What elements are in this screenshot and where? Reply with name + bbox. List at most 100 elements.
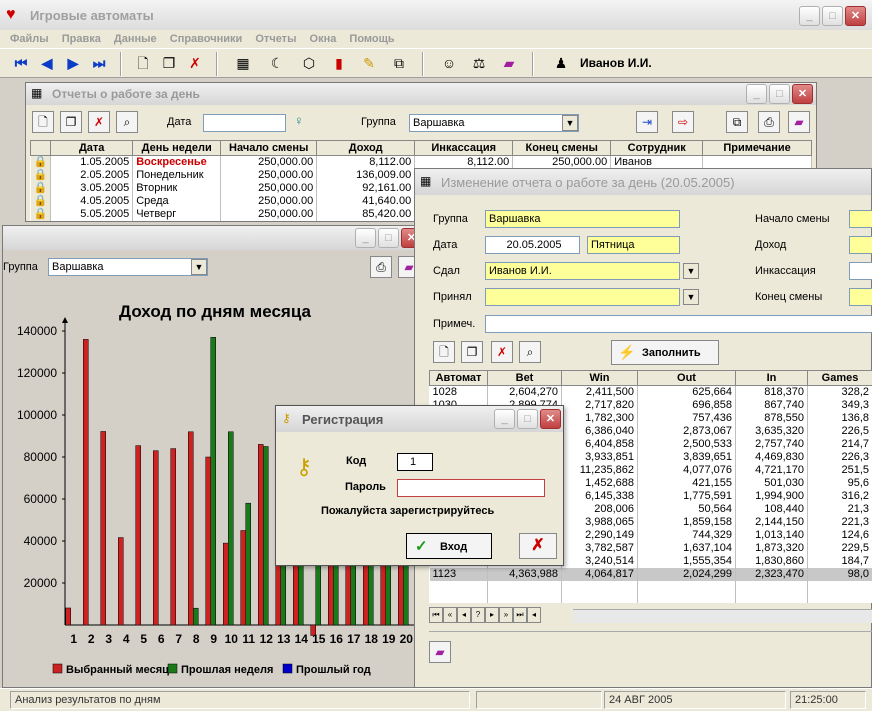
- table-row[interactable]: 1028 2,604,270 2,411,500 625,664 818,370 328,…: [429, 385, 872, 399]
- table-cell[interactable]: 250,000.00: [220, 195, 318, 208]
- printer-icon[interactable]: ⎙: [758, 111, 780, 133]
- table-cell[interactable]: 250,000.00: [220, 182, 318, 195]
- table-cell[interactable]: 1,637,104: [637, 542, 736, 555]
- table-cell[interactable]: 4,064,817: [561, 568, 638, 581]
- table-cell[interactable]: 6,404,858: [561, 438, 638, 451]
- table-cell[interactable]: 6,145,338: [561, 490, 638, 503]
- edit-chart-icon[interactable]: ✎: [358, 52, 380, 74]
- table-cell[interactable]: 501,030: [735, 477, 808, 490]
- column-header[interactable]: Начало смены: [220, 140, 318, 156]
- table-cell[interactable]: 98,0: [807, 568, 872, 581]
- column-header[interactable]: Доход: [316, 140, 416, 156]
- new-row-icon[interactable]: 🗋: [433, 341, 455, 363]
- column-header[interactable]: Out: [637, 370, 736, 386]
- group-select[interactable]: Варшавка: [409, 114, 579, 132]
- menu-help[interactable]: Помощь: [349, 30, 394, 48]
- table-cell[interactable]: 757,436: [637, 412, 736, 425]
- menu-reports[interactable]: Отчеты: [255, 30, 296, 48]
- windows-icon[interactable]: ⧉: [726, 111, 748, 133]
- column-header[interactable]: Примечание: [702, 140, 812, 156]
- printer-icon[interactable]: ⎙: [370, 256, 392, 278]
- table-cell[interactable]: 878,550: [735, 412, 808, 425]
- table-cell[interactable]: 21,3: [807, 503, 872, 516]
- close-button[interactable]: ✕: [845, 6, 866, 26]
- table-cell[interactable]: 867,740: [735, 399, 808, 412]
- column-header[interactable]: Дата: [50, 140, 134, 156]
- copy-document-icon[interactable]: ❐: [158, 52, 180, 74]
- table-cell[interactable]: 1123: [429, 568, 488, 581]
- export-icon[interactable]: ⇨: [672, 111, 694, 133]
- table-cell[interactable]: 2,500,533: [637, 438, 736, 451]
- table-cell[interactable]: 214,7: [807, 438, 872, 451]
- table-cell[interactable]: 4.05.2005: [50, 195, 134, 208]
- date-filter-input[interactable]: [203, 114, 286, 132]
- table-cell[interactable]: 3,782,587: [561, 542, 638, 555]
- table-cell[interactable]: 92,161.00: [316, 182, 416, 195]
- close-button[interactable]: ✕: [792, 84, 813, 104]
- table-cell[interactable]: 696,858: [637, 399, 736, 412]
- nav-help-button[interactable]: ?: [471, 607, 485, 623]
- table-cell[interactable]: 316,2: [807, 490, 872, 503]
- copy-report-icon[interactable]: ❐: [60, 111, 82, 133]
- table-cell[interactable]: 1,782,300: [561, 412, 638, 425]
- collection-field[interactable]: [849, 262, 872, 280]
- edit-group-field[interactable]: Варшавка: [485, 210, 680, 228]
- table-cell[interactable]: 3.05.2005: [50, 182, 134, 195]
- accepted-by-select[interactable]: [485, 288, 680, 306]
- machine-icon[interactable]: ▦: [232, 52, 254, 74]
- search-icon[interactable]: ⌕: [116, 111, 138, 133]
- table-cell[interactable]: 2,604,270: [487, 385, 562, 399]
- table-cell[interactable]: 1,830,860: [735, 555, 808, 568]
- nav-prev-button[interactable]: ◂: [457, 607, 471, 623]
- last-record-icon[interactable]: ⏭: [88, 52, 110, 74]
- table-cell[interactable]: [702, 155, 812, 169]
- column-header[interactable]: In: [735, 370, 808, 386]
- table-cell[interactable]: 226,5: [807, 425, 872, 438]
- shift-start-field[interactable]: [849, 210, 872, 228]
- nav-next-page-button[interactable]: »: [499, 607, 513, 623]
- table-cell[interactable]: 818,370: [735, 385, 808, 399]
- table-cell[interactable]: 3,240,514: [561, 555, 638, 568]
- table-row[interactable]: 🔒 1.05.2005 Воскресенье 250,000.00 8,112.00 8…: [30, 155, 812, 169]
- table-cell[interactable]: 1,859,158: [637, 516, 736, 529]
- maximize-button[interactable]: □: [822, 6, 843, 26]
- maximize-button[interactable]: □: [769, 84, 790, 104]
- table-cell[interactable]: 3,839,651: [637, 451, 736, 464]
- bar-chart-icon[interactable]: ▮: [328, 52, 350, 74]
- table-cell[interactable]: 108,440: [735, 503, 808, 516]
- table-cell[interactable]: 2,757,740: [735, 438, 808, 451]
- code-input[interactable]: 1: [397, 453, 433, 471]
- horizontal-scrollbar[interactable]: [573, 609, 872, 623]
- moon-icon[interactable]: ☾: [266, 52, 288, 74]
- import-icon[interactable]: ⇥: [636, 111, 658, 133]
- minimize-button[interactable]: _: [494, 409, 515, 429]
- delete-row-icon[interactable]: ✗: [491, 341, 513, 363]
- menu-windows[interactable]: Окна: [310, 30, 337, 48]
- calendar-pin-icon[interactable]: ♀: [294, 113, 304, 128]
- column-header[interactable]: Win: [561, 370, 638, 386]
- table-cell[interactable]: 2.05.2005: [50, 169, 134, 182]
- table-cell[interactable]: 184,7: [807, 555, 872, 568]
- note-field[interactable]: [485, 315, 872, 333]
- table-cell[interactable]: 8,112.00: [414, 155, 514, 169]
- login-ok-button[interactable]: ✓ Вход: [406, 533, 492, 559]
- maximize-button[interactable]: □: [517, 409, 538, 429]
- nav-first-button[interactable]: ⏮: [429, 607, 443, 623]
- cube-icon[interactable]: ⬡: [298, 52, 320, 74]
- table-cell[interactable]: 250,000.00: [512, 155, 612, 169]
- table-cell[interactable]: 2,144,150: [735, 516, 808, 529]
- table-cell[interactable]: Среда: [132, 195, 222, 208]
- close-button[interactable]: ✕: [540, 409, 561, 429]
- table-cell[interactable]: 2,323,470: [735, 568, 808, 581]
- table-cell[interactable]: 41,640.00: [316, 195, 416, 208]
- table-cell[interactable]: 6,386,040: [561, 425, 638, 438]
- income-field[interactable]: [849, 236, 872, 254]
- book-icon[interactable]: ▰: [429, 641, 451, 663]
- scales-icon[interactable]: ⚖: [468, 52, 490, 74]
- table-cell[interactable]: 85,420.00: [316, 208, 416, 221]
- login-cancel-button[interactable]: ✗: [519, 533, 557, 559]
- prev-record-icon[interactable]: ◀: [36, 52, 58, 74]
- menu-references[interactable]: Справочники: [170, 30, 243, 48]
- table-cell[interactable]: 3,988,065: [561, 516, 638, 529]
- table-cell[interactable]: 1028: [429, 385, 488, 399]
